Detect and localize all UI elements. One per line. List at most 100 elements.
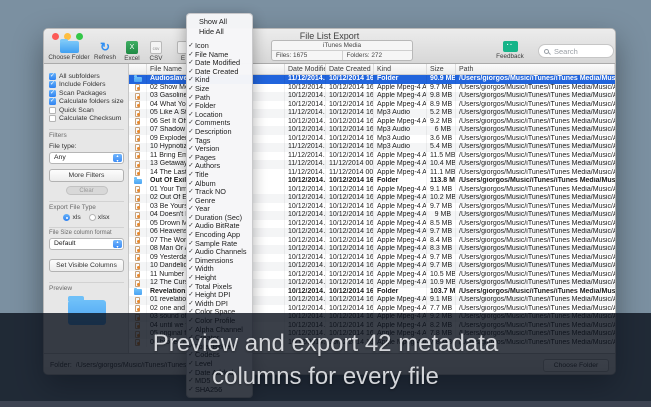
menu-item[interactable]: ✓ Title: [187, 171, 252, 180]
path-cell: /Users/giorgos/Music/iTunes/iTunes Media…: [456, 143, 615, 152]
checkmark-icon: ✓: [187, 291, 195, 300]
size-cell: 9.7 MB: [427, 203, 456, 212]
menu-item[interactable]: ✓ Encoding App: [187, 231, 252, 240]
menu-item[interactable]: ✓ Width DPI: [187, 300, 252, 309]
date-modified-cell: 10/12/2014…: [285, 220, 326, 229]
kind-column-header[interactable]: Kind: [374, 64, 427, 74]
path-cell: /Users/giorgos/Music/iTunes/iTunes Media…: [456, 254, 615, 263]
menu-item[interactable]: ✓ File Name: [187, 51, 252, 60]
checkmark-icon: ✓: [187, 257, 195, 266]
files-count: Files: 1675: [272, 51, 342, 60]
menu-item[interactable]: ✓ Date Created: [187, 68, 252, 77]
scan-option-checkbox[interactable]: Include Folders: [49, 81, 124, 90]
set-visible-columns-button[interactable]: Set Visible Columns: [49, 259, 124, 272]
scan-option-checkbox[interactable]: All subfolders: [49, 72, 124, 81]
menu-item[interactable]: ✓ Height DPI: [187, 291, 252, 300]
scan-option-checkbox[interactable]: Quick Scan: [49, 106, 124, 115]
menu-item[interactable]: ✓ Date Modified: [187, 59, 252, 68]
date-created-cell: 10/12/2014 16…: [326, 254, 374, 263]
menu-item-label: Date Created: [195, 68, 238, 77]
excel-export-button[interactable]: X Excel: [122, 41, 142, 62]
menu-item[interactable]: ✓ Authors: [187, 162, 252, 171]
menu-item[interactable]: ✓ Dimensions: [187, 257, 252, 266]
icon-column-header[interactable]: [129, 64, 147, 74]
radio-xlsx[interactable]: xlsx: [89, 214, 110, 221]
file-icon-cell: [129, 186, 147, 195]
menu-item[interactable]: ✓ Location: [187, 111, 252, 120]
menu-item[interactable]: ✓ Genre: [187, 197, 252, 206]
date-modified-cell: 10/12/2014…: [285, 288, 326, 297]
size-cell: 11.5 MB: [427, 152, 456, 161]
menu-item[interactable]: ✓ Total Pixels: [187, 283, 252, 292]
file-type-icon: [135, 84, 141, 91]
radio-xls[interactable]: xls: [63, 214, 80, 221]
menu-item[interactable]: ✓ Tags: [187, 137, 252, 146]
menu-item[interactable]: ✓ Size: [187, 85, 252, 94]
clear-button[interactable]: Clear: [66, 186, 108, 195]
path-cell: /Users/giorgos/Music/iTunes/iTunes Media…: [456, 271, 615, 280]
csv-export-button[interactable]: csv CSV: [146, 41, 166, 62]
menu-item[interactable]: ✓ Sample Rate: [187, 240, 252, 249]
menu-item[interactable]: ✓ Folder: [187, 102, 252, 111]
menu-item[interactable]: ✓ Height: [187, 274, 252, 283]
checkbox-icon: [49, 98, 56, 105]
refresh-button[interactable]: ↻ Refresh: [94, 41, 116, 61]
date-created-cell: 10/12/2014 16…: [326, 92, 374, 101]
menu-item[interactable]: ✓ Path: [187, 94, 252, 103]
file-icon-cell: [129, 245, 147, 254]
menu-item[interactable]: ✓ Pages: [187, 154, 252, 163]
file-icon-cell: [129, 203, 147, 212]
kind-cell: Apple Mpeg-4 A…: [374, 101, 427, 110]
menu-item-label: Dimensions: [195, 257, 233, 266]
menu-item-label: File Name: [195, 51, 228, 60]
menu-item[interactable]: ✓ Album: [187, 180, 252, 189]
date-created-column-header[interactable]: Date Created: [326, 64, 374, 74]
menu-item[interactable]: ✓ Description: [187, 128, 252, 137]
menu-item[interactable]: ✓ Audio BitRate: [187, 222, 252, 231]
path-cell: /Users/giorgos/Music/iTunes/iTunes Media…: [456, 186, 615, 195]
excel-doc-icon: X: [126, 41, 138, 54]
search-field[interactable]: [538, 44, 614, 58]
choose-folder-button[interactable]: Choose Folder: [46, 41, 92, 61]
date-created-cell: 10/12/2014 16…: [326, 118, 374, 127]
menu-item[interactable]: ✓ Width: [187, 265, 252, 274]
file-icon-cell: [129, 237, 147, 246]
menu-item[interactable]: ✓ Year: [187, 205, 252, 214]
scan-option-checkbox[interactable]: Scan Packages: [49, 89, 124, 98]
date-modified-column-header[interactable]: Date Modified: [285, 64, 326, 74]
menu-item-show-all[interactable]: Show All: [187, 17, 252, 27]
menu-item[interactable]: ✓ Version: [187, 145, 252, 154]
size-column-header[interactable]: Size: [427, 64, 456, 74]
path-cell: /Users/giorgos/Music/iTunes/iTunes Media…: [456, 160, 615, 169]
kind-cell: Apple Mpeg-4 A…: [374, 228, 427, 237]
file-type-icon: [135, 135, 141, 142]
size-format-select[interactable]: Default: [49, 238, 124, 250]
search-input[interactable]: [552, 46, 607, 57]
feedback-button[interactable]: ·· Feedback: [491, 41, 529, 60]
path-column-header[interactable]: Path: [456, 64, 615, 74]
menu-item-label: Tags: [195, 137, 210, 146]
file-type-select[interactable]: Any: [49, 152, 124, 164]
path-cell: /Users/giorgos/Music/iTunes/iTunes Media…: [456, 169, 615, 178]
scan-option-checkbox[interactable]: Calculate folders size: [49, 98, 124, 107]
more-filters-button[interactable]: More Filters: [49, 169, 124, 182]
size-cell: 5.2 MB: [427, 109, 456, 118]
path-cell: /Users/giorgos/Music/iTunes/iTunes Media…: [456, 211, 615, 220]
radio-xls-label: xls: [72, 214, 80, 221]
menu-item-label: Title: [195, 171, 209, 180]
menu-item-label: Audio BitRate: [195, 222, 240, 231]
menu-item[interactable]: ✓ Icon: [187, 42, 252, 51]
file-icon-cell: [129, 254, 147, 263]
menu-item[interactable]: ✓ Track NO: [187, 188, 252, 197]
file-type-icon: [135, 237, 141, 244]
menu-item[interactable]: ✓ Audio Channels: [187, 248, 252, 257]
menu-item[interactable]: ✓ Comments: [187, 119, 252, 128]
date-created-cell: 10/12/2014 16…: [326, 262, 374, 271]
menu-item-hide-all[interactable]: Hide All: [187, 27, 252, 37]
scan-option-checkbox[interactable]: Calculate Checksum: [49, 115, 124, 124]
menu-item[interactable]: ✓ Duration (Sec): [187, 214, 252, 223]
checkmark-icon: ✓: [187, 283, 195, 292]
checkmark-icon: ✓: [187, 197, 195, 206]
menu-item[interactable]: ✓ Kind: [187, 76, 252, 85]
kind-cell: Mp3 Audio: [374, 126, 427, 135]
